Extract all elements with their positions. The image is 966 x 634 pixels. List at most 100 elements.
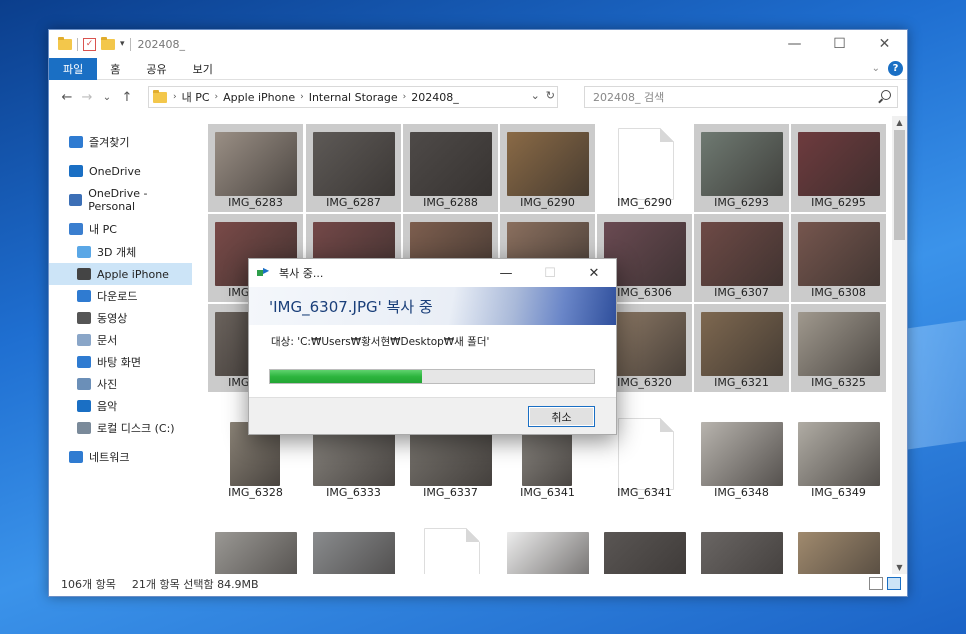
tab-home[interactable]: 홈 [97, 58, 133, 80]
star-icon [69, 136, 83, 148]
file-item[interactable]: IMG_6321 [694, 304, 789, 392]
dialog-close-button[interactable]: ✕ [572, 259, 616, 287]
file-name: IMG_6307 [714, 286, 769, 299]
file-item[interactable] [403, 524, 498, 574]
file-item[interactable]: IMG_6348 [694, 414, 789, 502]
sidebar-item[interactable]: 3D 개체 [49, 241, 192, 263]
file-item[interactable] [306, 524, 401, 574]
search-input[interactable]: 202408_ 검색 [584, 86, 898, 108]
photo-thumbnail [798, 132, 880, 196]
navigation-bar: ← → ⌄ ↑ › 내 PC › Apple iPhone › Internal… [49, 82, 907, 112]
breadcrumb-internal-storage[interactable]: Internal Storage [304, 91, 403, 104]
search-icon[interactable] [881, 90, 891, 100]
music-icon [77, 400, 91, 412]
sidebar-item-label: OneDrive [89, 164, 141, 178]
customize-toolbar-icon[interactable]: ▾ [120, 39, 125, 49]
forward-button[interactable]: → [77, 90, 97, 105]
generic-file-icon [424, 528, 480, 574]
new-folder-icon[interactable] [101, 36, 115, 50]
dialog-title-bar: 복사 중... — ☐ ✕ [249, 259, 616, 287]
sidebar-item-label: 내 PC [89, 223, 117, 236]
tab-file[interactable]: 파일 [49, 57, 98, 80]
file-item[interactable]: IMG_6283 [208, 124, 303, 212]
maximize-button[interactable]: ☐ [817, 30, 862, 58]
file-item[interactable]: IMG_6287 [306, 124, 401, 212]
file-item[interactable]: IMG_6295 [791, 124, 886, 212]
breadcrumb-current-folder[interactable]: 202408_ [406, 91, 464, 104]
file-item[interactable]: IMG_6308 [791, 214, 886, 302]
sidebar-item-label: 사진 [97, 378, 118, 391]
file-item[interactable]: IMG_6288 [403, 124, 498, 212]
sidebar-item-label: 동영상 [97, 312, 128, 325]
recent-locations-button[interactable]: ⌄ [97, 92, 117, 103]
sidebar-item[interactable]: 즐겨찾기 [49, 131, 192, 153]
dialog-minimize-button[interactable]: — [484, 259, 528, 287]
file-name: IMG_6321 [714, 376, 769, 389]
sidebar-item[interactable]: 동영상 [49, 307, 192, 329]
sidebar-item[interactable]: Apple iPhone [49, 263, 192, 285]
item-count: 106개 항목 [61, 578, 116, 591]
sidebar-item[interactable]: 바탕 화면 [49, 351, 192, 373]
ribbon-right: ⌄ ? [872, 61, 903, 76]
address-actions: ⌄ ↻ [531, 89, 555, 102]
up-button[interactable]: ↑ [117, 90, 137, 105]
tab-view[interactable]: 보기 [180, 58, 226, 80]
phone-icon [77, 268, 91, 280]
photo-thumbnail [313, 132, 395, 196]
quick-access-toolbar: ✓ ▾ 202408_ [49, 36, 185, 51]
file-name: IMG_6283 [228, 196, 283, 209]
sidebar-item[interactable]: OneDrive - Personal [49, 187, 192, 213]
file-name: IMG_6333 [326, 486, 381, 499]
sidebar-item[interactable]: OneDrive [49, 160, 192, 182]
breadcrumb-my-pc[interactable]: 내 PC [177, 89, 215, 105]
file-name: IMG_6295 [811, 196, 866, 209]
file-item[interactable] [791, 524, 886, 574]
scroll-up-icon[interactable]: ▲ [892, 118, 907, 127]
refresh-icon[interactable]: ↻ [546, 89, 555, 102]
file-item[interactable] [597, 524, 692, 574]
details-view-icon[interactable] [869, 577, 883, 590]
vertical-scrollbar[interactable]: ▲ ▼ [892, 116, 907, 574]
photo-thumbnail [604, 532, 686, 574]
large-icons-view-icon[interactable] [887, 577, 901, 590]
address-bar[interactable]: › 내 PC › Apple iPhone › Internal Storage… [148, 86, 558, 108]
help-icon[interactable]: ? [888, 61, 903, 76]
network-icon [69, 451, 83, 463]
minimize-button[interactable]: — [772, 30, 817, 58]
back-button[interactable]: ← [57, 90, 77, 105]
file-item[interactable] [208, 524, 303, 574]
file-item[interactable]: IMG_6325 [791, 304, 886, 392]
photo-thumbnail [410, 132, 492, 196]
scroll-thumb[interactable] [894, 130, 905, 240]
sidebar-item[interactable]: 문서 [49, 329, 192, 351]
sidebar-item[interactable]: 로컬 디스크 (C:) [49, 417, 192, 439]
file-item[interactable]: IMG_6349 [791, 414, 886, 502]
copy-progress-bar [269, 369, 595, 384]
tab-share[interactable]: 공유 [133, 58, 179, 80]
sidebar-item-label: 문서 [97, 334, 118, 347]
photo-thumbnail [507, 532, 589, 574]
copy-destination: 대상: 'C:₩Users₩황서현₩Desktop₩새 폴더' [271, 336, 490, 348]
pictures-icon [77, 378, 91, 390]
sidebar-item[interactable]: 다운로드 [49, 285, 192, 307]
sidebar-item[interactable]: 내 PC [49, 218, 192, 240]
file-item[interactable] [694, 524, 789, 574]
dialog-footer: 취소 [249, 397, 616, 434]
sidebar-item[interactable]: 사진 [49, 373, 192, 395]
scroll-down-icon[interactable]: ▼ [892, 563, 907, 572]
file-item[interactable]: IMG_6307 [694, 214, 789, 302]
cancel-button[interactable]: 취소 [528, 406, 595, 427]
close-button[interactable]: ✕ [862, 30, 907, 58]
file-name: IMG_6287 [326, 196, 381, 209]
address-dropdown-icon[interactable]: ⌄ [531, 89, 540, 102]
file-item[interactable]: IMG_6290 [500, 124, 595, 212]
selection-info: 21개 항목 선택함 84.9MB [131, 578, 259, 591]
file-item[interactable] [500, 524, 595, 574]
sidebar-item[interactable]: 음악 [49, 395, 192, 417]
file-item[interactable]: IMG_6290 [597, 124, 692, 212]
properties-check-icon[interactable]: ✓ [83, 37, 96, 51]
file-item[interactable]: IMG_6293 [694, 124, 789, 212]
expand-ribbon-icon[interactable]: ⌄ [872, 63, 880, 74]
sidebar-item[interactable]: 네트워크 [49, 446, 192, 468]
breadcrumb-apple-iphone[interactable]: Apple iPhone [218, 91, 300, 104]
